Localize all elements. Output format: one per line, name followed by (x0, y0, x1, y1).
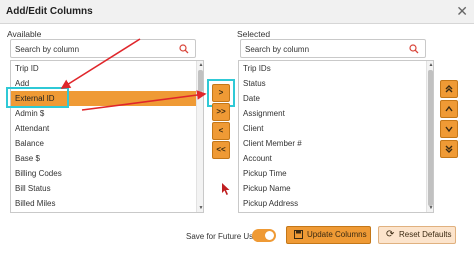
selected-item[interactable]: Pickup Address (239, 196, 426, 211)
double-chevron-up-icon (445, 85, 453, 93)
dialog-title: Add/Edit Columns (6, 6, 93, 17)
search-icon[interactable] (409, 44, 419, 54)
available-item[interactable]: Balance (11, 136, 196, 151)
selected-item[interactable]: Account (239, 151, 426, 166)
selected-list: Trip IDs Status Date Assignment Client C… (238, 60, 434, 213)
close-icon[interactable]: ✕ (456, 3, 468, 19)
move-bottom-button[interactable] (440, 140, 458, 158)
search-icon[interactable] (179, 44, 189, 54)
move-all-left-button[interactable]: << (212, 141, 230, 159)
save-for-future-label: Save for Future Use (186, 232, 258, 241)
save-icon (294, 230, 303, 241)
external-id-highlight (6, 87, 69, 108)
selected-item[interactable]: Client Member # (239, 136, 426, 151)
available-search-input[interactable] (15, 43, 165, 55)
move-down-button[interactable] (440, 120, 458, 138)
selected-item[interactable]: Client (239, 121, 426, 136)
move-all-right-button[interactable]: >> (212, 103, 230, 121)
update-columns-button[interactable]: Update Columns (286, 226, 371, 244)
available-item[interactable]: Billing Codes (11, 166, 196, 181)
selected-item[interactable]: Trip IDs (239, 61, 426, 76)
scroll-thumb[interactable] (428, 70, 433, 206)
reset-defaults-label: Reset Defaults (399, 230, 452, 239)
available-item[interactable]: Trip ID (11, 61, 196, 76)
move-top-button[interactable] (440, 80, 458, 98)
available-search-box[interactable] (10, 39, 196, 58)
dialog-titlebar: Add/Edit Columns ✕ (0, 0, 474, 24)
scroll-down-icon[interactable]: ▼ (427, 205, 433, 211)
move-left-button[interactable]: < (212, 122, 230, 140)
move-up-button[interactable] (440, 100, 458, 118)
available-item[interactable]: Admin $ (11, 106, 196, 121)
reset-defaults-button[interactable]: ⟳ Reset Defaults (378, 226, 456, 244)
selected-item[interactable]: Assignment (239, 106, 426, 121)
refresh-icon: ⟳ (386, 229, 395, 240)
selected-label: Selected (237, 29, 271, 39)
selected-item[interactable]: Pickup Name (239, 181, 426, 196)
toggle-knob (265, 231, 274, 240)
chevron-up-icon (445, 105, 453, 112)
selected-item[interactable]: Status (239, 76, 426, 91)
update-columns-label: Update Columns (307, 230, 367, 239)
available-list: Trip ID Add External ID Admin $ Attendan… (10, 60, 204, 213)
chevron-down-icon (445, 126, 453, 133)
save-for-future-toggle[interactable] (252, 229, 276, 242)
available-item[interactable]: Billed Miles (11, 196, 196, 211)
available-item[interactable]: Bill Status (11, 181, 196, 196)
selected-search-box[interactable] (240, 39, 426, 58)
mouse-cursor-icon (222, 183, 230, 195)
selected-scrollbar[interactable]: ▲ ▼ (426, 61, 433, 212)
scroll-up-icon[interactable]: ▲ (197, 62, 203, 68)
scroll-up-icon[interactable]: ▲ (427, 62, 433, 68)
double-chevron-down-icon (445, 145, 453, 153)
available-item[interactable]: Attendant (11, 121, 196, 136)
scroll-thumb[interactable] (198, 70, 203, 92)
available-label: Available (7, 29, 42, 39)
available-scrollbar[interactable]: ▲ ▼ (196, 61, 203, 212)
scroll-down-icon[interactable]: ▼ (197, 205, 203, 211)
selected-item[interactable]: Date (239, 91, 426, 106)
available-item[interactable]: Base $ (11, 151, 196, 166)
selected-item[interactable]: Pickup Time (239, 166, 426, 181)
selected-search-input[interactable] (245, 43, 395, 55)
